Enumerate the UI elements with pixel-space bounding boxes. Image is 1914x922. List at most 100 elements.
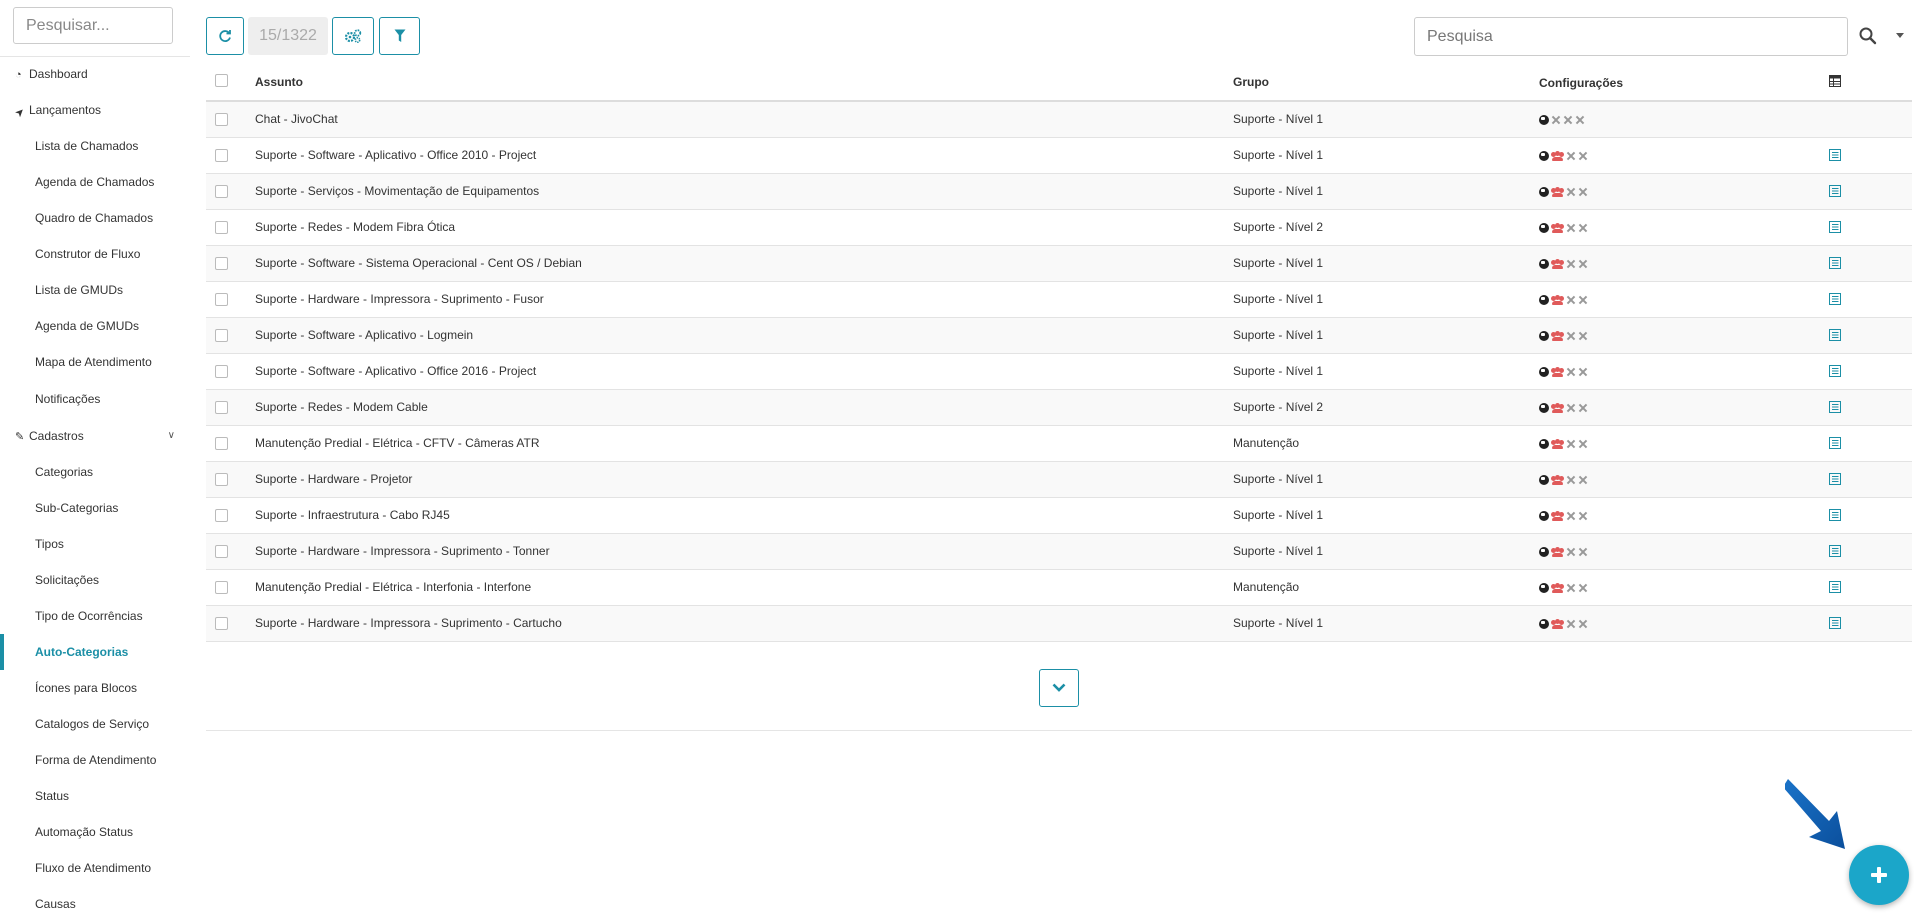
sidebar-item-tipo-de-ocorrencias[interactable]: Tipo de Ocorrências [0, 598, 190, 634]
table-row[interactable]: Chat - JivoChat Suporte - Nível 1 [206, 102, 1912, 138]
cell-assunto: Manutenção Predial - Elétrica - Interfon… [255, 580, 532, 594]
sidebar-item-categorias[interactable]: Categorias [0, 454, 190, 490]
details-list-icon[interactable] [1829, 149, 1841, 161]
details-list-icon[interactable] [1829, 581, 1841, 593]
row-checkbox[interactable] [215, 545, 228, 558]
globe-icon [1539, 366, 1549, 377]
cell-config [1539, 318, 1588, 353]
table-row[interactable]: Suporte - Software - Aplicativo - Office… [206, 354, 1912, 390]
refresh-button[interactable] [206, 17, 244, 55]
row-checkbox[interactable] [215, 329, 228, 342]
table-row[interactable]: Suporte - Hardware - Impressora - Suprim… [206, 534, 1912, 570]
table-row[interactable]: Manutenção Predial - Elétrica - Interfon… [206, 570, 1912, 606]
settings-button[interactable] [332, 17, 374, 55]
row-checkbox[interactable] [215, 437, 228, 450]
search-icon[interactable] [1858, 24, 1878, 48]
users-icon [1551, 438, 1564, 449]
sidebar-item-agenda-de-gmuds[interactable]: Agenda de GMUDs [0, 308, 190, 344]
sidebar-item-icones-para-blocos[interactable]: Ícones para Blocos [0, 670, 190, 706]
table-row[interactable]: Suporte - Hardware - Impressora - Suprim… [206, 282, 1912, 318]
load-more-button[interactable] [1039, 669, 1079, 707]
globe-icon [1539, 618, 1549, 629]
details-list-icon[interactable] [1829, 221, 1841, 233]
users-icon [1551, 150, 1564, 161]
table-row[interactable]: Suporte - Hardware - Impressora - Suprim… [206, 606, 1912, 642]
sidebar-item-label: Agenda de Chamados [35, 175, 155, 189]
sidebar-item-catalogos-de-servico[interactable]: Catalogos de Serviço [0, 706, 190, 742]
details-list-icon[interactable] [1829, 365, 1841, 377]
times-icon [1566, 223, 1576, 233]
sidebar-item-construtor-de-fluxo[interactable]: Construtor de Fluxo [0, 236, 190, 272]
details-list-icon[interactable] [1829, 509, 1841, 521]
row-checkbox[interactable] [215, 257, 228, 270]
select-all-checkbox[interactable] [215, 74, 228, 87]
details-list-icon[interactable] [1829, 545, 1841, 557]
cell-grupo: Manutenção [1233, 436, 1300, 450]
details-list-icon[interactable] [1829, 329, 1841, 341]
row-checkbox[interactable] [215, 221, 228, 234]
times-icon [1578, 439, 1588, 449]
table-row[interactable]: Suporte - Redes - Modem Fibra Ótica Supor… [206, 210, 1912, 246]
sidebar-item-auto-categorias[interactable]: Auto-Categorias [0, 634, 190, 670]
sidebar-item-notificacoes[interactable]: Notificações [0, 381, 190, 417]
sidebar-item-mapa-de-atendimento[interactable]: Mapa de Atendimento [0, 344, 190, 380]
row-checkbox[interactable] [215, 617, 228, 630]
details-list-icon[interactable] [1829, 185, 1841, 197]
cell-assunto: Suporte - Redes - Modem Cable [255, 400, 428, 414]
users-icon [1551, 510, 1564, 521]
details-list-icon[interactable] [1829, 617, 1841, 629]
sidebar-item-cadastros[interactable]: ✎ Cadastros ∨ [0, 418, 190, 454]
details-list-icon[interactable] [1829, 293, 1841, 305]
sidebar-item-label: Lista de Chamados [35, 139, 139, 153]
row-checkbox[interactable] [215, 149, 228, 162]
cell-assunto: Suporte - Hardware - Impressora - Suprim… [255, 292, 544, 306]
row-checkbox[interactable] [215, 113, 228, 126]
details-list-icon[interactable] [1829, 437, 1841, 449]
header-assunto[interactable]: Assunto [255, 65, 303, 100]
sidebar-item-sub-categorias[interactable]: Sub-Categorias [0, 490, 190, 526]
sidebar-item-agenda-de-chamados[interactable]: Agenda de Chamados [0, 164, 190, 200]
row-checkbox[interactable] [215, 185, 228, 198]
sidebar-search-input[interactable] [13, 7, 173, 44]
main-search-input[interactable] [1414, 17, 1848, 56]
details-list-icon[interactable] [1829, 257, 1841, 269]
row-checkbox[interactable] [215, 293, 228, 306]
row-checkbox[interactable] [215, 509, 228, 522]
times-icon [1566, 439, 1576, 449]
table-row[interactable]: Suporte - Hardware - Projetor Suporte - N… [206, 462, 1912, 498]
sidebar-item-tipos[interactable]: Tipos [0, 526, 190, 562]
table-row[interactable]: Suporte - Redes - Modem Cable Suporte - N… [206, 390, 1912, 426]
sidebar-item-automacao-status[interactable]: Automação Status [0, 814, 190, 850]
sidebar-item-lancamentos[interactable]: ➤Lançamentos [0, 92, 190, 128]
header-grupo[interactable]: Grupo [1233, 65, 1269, 100]
table-row[interactable]: Suporte - Infraestrutura - Cabo RJ45 Supo… [206, 498, 1912, 534]
table-row[interactable]: Suporte - Software - Sistema Operacional… [206, 246, 1912, 282]
columns-table-icon[interactable] [1829, 75, 1841, 87]
table-row[interactable]: Manutenção Predial - Elétrica - CFTV - C… [206, 426, 1912, 462]
sidebar-item-label: Dashboard [29, 67, 88, 81]
details-list-icon[interactable] [1829, 401, 1841, 413]
table-body: Chat - JivoChat Suporte - Nível 1 Suporte … [206, 102, 1912, 642]
row-checkbox[interactable] [215, 473, 228, 486]
search-options-caret-icon[interactable] [1896, 33, 1904, 38]
row-checkbox[interactable] [215, 401, 228, 414]
table-row[interactable]: Suporte - Software - Aplicativo - Logmei… [206, 318, 1912, 354]
sidebar-item-dashboard[interactable]: ◔ Dashboard [0, 56, 190, 92]
sidebar-item-status[interactable]: Status [0, 778, 190, 814]
sidebar-item-fluxo-de-atendimento[interactable]: Fluxo de Atendimento [0, 850, 190, 886]
table-row[interactable]: Suporte - Serviços - Movimentação de Equ… [206, 174, 1912, 210]
header-config[interactable]: Configurações [1539, 65, 1623, 100]
sidebar-item-forma-de-atendimento[interactable]: Forma de Atendimento [0, 742, 190, 778]
add-button[interactable] [1849, 845, 1909, 905]
sidebar-item-solicitacoes[interactable]: Solicitações [0, 562, 190, 598]
sidebar-item-quadro-de-chamados[interactable]: Quadro de Chamados [0, 200, 190, 236]
row-checkbox[interactable] [215, 365, 228, 378]
sidebar-item-lista-de-gmuds[interactable]: Lista de GMUDs [0, 272, 190, 308]
sidebar-item-lista-de-chamados[interactable]: Lista de Chamados [0, 128, 190, 164]
sidebar-item-causas[interactable]: Causas [0, 886, 190, 922]
cell-grupo: Suporte - Nível 1 [1233, 112, 1324, 126]
row-checkbox[interactable] [215, 581, 228, 594]
filter-button[interactable] [379, 17, 420, 55]
details-list-icon[interactable] [1829, 473, 1841, 485]
table-row[interactable]: Suporte - Software - Aplicativo - Office… [206, 138, 1912, 174]
